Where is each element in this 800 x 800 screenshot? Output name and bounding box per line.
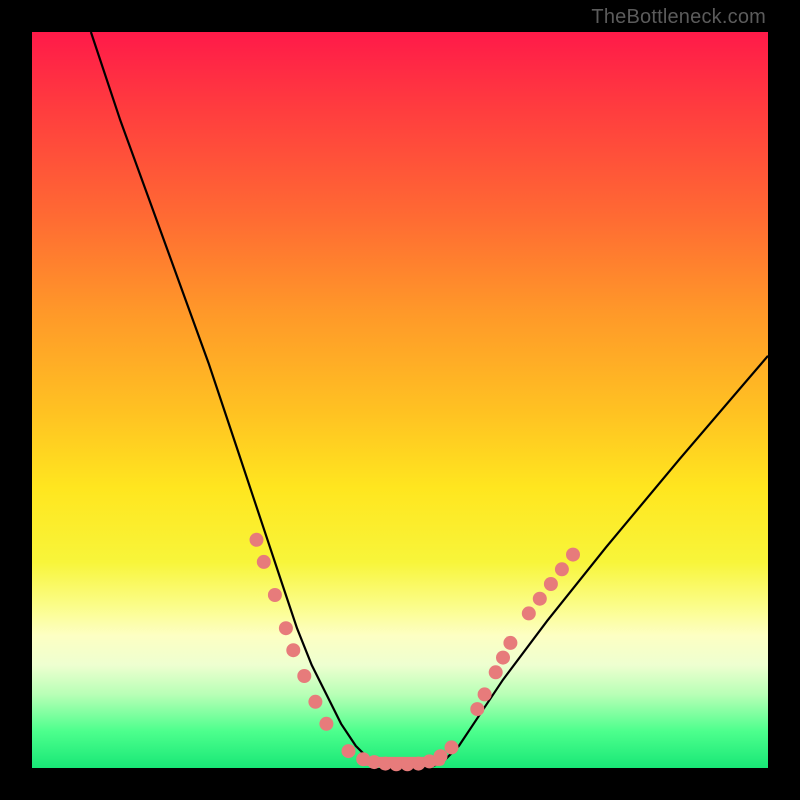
highlight-dot	[279, 621, 293, 635]
chart-svg	[32, 32, 768, 768]
highlight-dot	[522, 606, 536, 620]
highlight-dot	[503, 636, 517, 650]
highlight-dot	[434, 749, 448, 763]
highlight-dots	[250, 533, 581, 772]
highlight-dot	[342, 744, 356, 758]
highlight-dot	[250, 533, 264, 547]
chart-frame: TheBottleneck.com	[0, 0, 800, 800]
highlight-dot	[445, 740, 459, 754]
highlight-dot	[268, 588, 282, 602]
highlight-dot	[496, 651, 510, 665]
highlight-dot	[297, 669, 311, 683]
highlight-dot	[478, 687, 492, 701]
attribution-label: TheBottleneck.com	[591, 6, 766, 29]
highlight-dot	[319, 717, 333, 731]
highlight-dot	[544, 577, 558, 591]
highlight-dot	[257, 555, 271, 569]
highlight-dot	[566, 548, 580, 562]
highlight-dot	[308, 695, 322, 709]
highlight-dot	[489, 665, 503, 679]
highlight-dot	[533, 592, 547, 606]
highlight-dot	[555, 562, 569, 576]
chart-plot-area	[32, 32, 768, 768]
bottleneck-curve	[91, 32, 768, 768]
highlight-dot	[286, 643, 300, 657]
highlight-dot	[470, 702, 484, 716]
